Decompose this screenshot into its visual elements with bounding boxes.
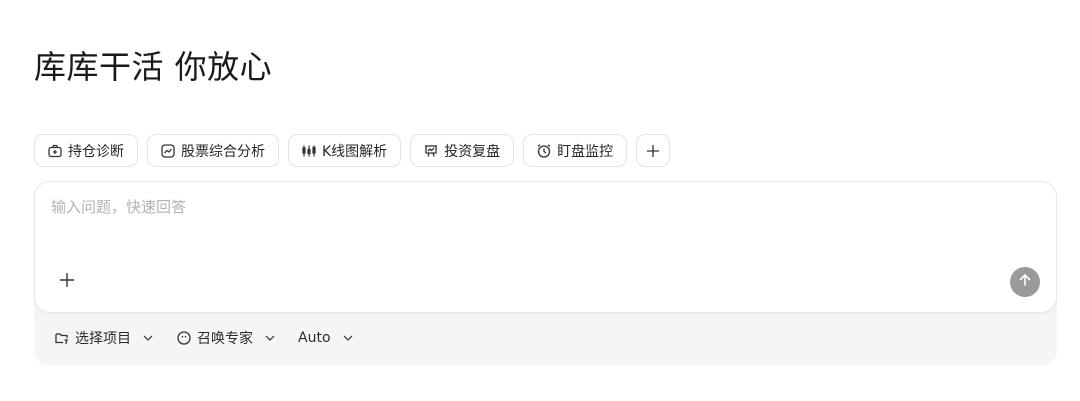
candlestick-icon <box>301 143 317 159</box>
chip-kline-analysis[interactable]: K线图解析 <box>288 134 402 167</box>
summon-expert-label: 召唤专家 <box>197 331 253 347</box>
select-project-dropdown[interactable]: 选择项目 <box>54 328 154 348</box>
expert-face-icon <box>176 330 192 346</box>
chip-label: 投资复盘 <box>444 143 501 160</box>
chip-label: 股票综合分析 <box>181 143 265 160</box>
question-input[interactable] <box>51 194 1031 220</box>
portfolio-icon <box>47 143 63 159</box>
page-title: 库库干活 你放心 <box>34 48 273 86</box>
plus-icon <box>58 271 76 293</box>
select-project-label: 选择项目 <box>75 331 131 347</box>
alarm-clock-icon <box>536 143 552 159</box>
chip-market-monitor[interactable]: 盯盘监控 <box>523 134 628 167</box>
chevron-down-icon <box>342 332 354 344</box>
chip-label: K线图解析 <box>322 143 388 160</box>
summon-expert-dropdown[interactable]: 召唤专家 <box>176 328 276 348</box>
arrow-up-icon <box>1017 272 1033 292</box>
folder-icon <box>54 330 70 346</box>
chip-label: 持仓诊断 <box>68 143 124 160</box>
chip-stock-analysis[interactable]: 股票综合分析 <box>147 134 279 167</box>
composer-toolbar: 选择项目 召唤专家 Auto <box>54 328 354 348</box>
composer-input-card <box>34 181 1057 313</box>
plus-icon <box>645 143 661 159</box>
composer: 选择项目 召唤专家 Auto <box>34 181 1057 366</box>
review-board-icon <box>423 143 439 159</box>
add-quick-action-button[interactable] <box>636 134 671 167</box>
chip-investment-review[interactable]: 投资复盘 <box>410 134 515 167</box>
attach-button[interactable] <box>55 270 79 294</box>
model-select-label: Auto <box>298 330 331 346</box>
send-button[interactable] <box>1010 267 1040 297</box>
chip-label: 盯盘监控 <box>557 143 614 160</box>
chevron-down-icon <box>264 332 276 344</box>
quick-action-bar: 持仓诊断 股票综合分析 K线图解析 投资复盘 盯盘监控 <box>34 134 671 167</box>
chip-portfolio-diagnosis[interactable]: 持仓诊断 <box>34 134 138 167</box>
trend-chart-icon <box>160 143 176 159</box>
chevron-down-icon <box>142 332 154 344</box>
model-select-dropdown[interactable]: Auto <box>298 330 354 346</box>
